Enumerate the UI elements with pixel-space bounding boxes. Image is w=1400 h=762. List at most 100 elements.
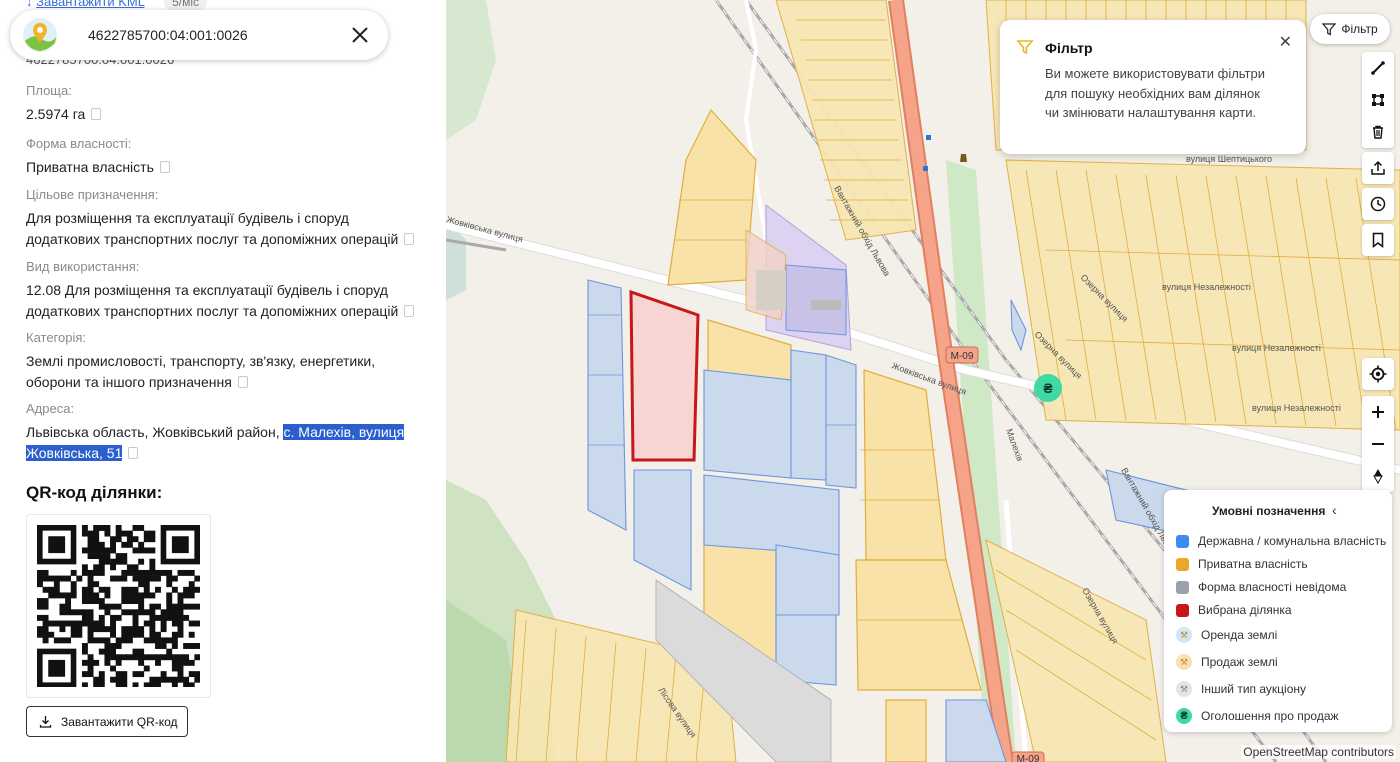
filter-icon <box>1016 40 1034 55</box>
measure-polygon-button[interactable] <box>1362 84 1394 116</box>
map-legend: Умовні позначення ‹ Державна / комунальн… <box>1164 490 1392 732</box>
category-field: Категорія: Землі промисловості, транспор… <box>26 330 426 393</box>
history-button[interactable] <box>1362 188 1394 220</box>
plus-icon <box>1372 406 1384 418</box>
legend-item-private-ownership: Приватна власність <box>1176 557 1308 571</box>
address-field: Адреса: Львівська область, Жовківський р… <box>26 401 426 464</box>
filter-button[interactable]: Фільтр <box>1310 14 1390 44</box>
filter-tooltip-text: Ви можете використовувати фільтри для по… <box>1045 66 1265 120</box>
filter-icon <box>1322 23 1337 36</box>
bookmark-icon <box>1372 232 1384 248</box>
m09-badge-bottom: М-09 <box>1011 751 1045 762</box>
download-icon: ↓ <box>26 0 33 9</box>
m09-badge: М-09 <box>945 346 979 364</box>
usage-type-field: Вид використання: 12.08 Для розміщення т… <box>26 259 426 322</box>
polygon-draw-icon <box>1372 94 1384 106</box>
copy-icon[interactable] <box>404 305 415 317</box>
legend-item-sale-announcement: ₴ Оголошення про продаж <box>1176 708 1339 724</box>
line-draw-icon <box>1371 61 1385 75</box>
map-canvas[interactable]: ₴ Жовківська вулиця Жовківська вулиця Ва… <box>446 0 1400 762</box>
legend-label: Оренда землі <box>1201 628 1278 642</box>
close-icon[interactable] <box>348 23 372 47</box>
locate-button[interactable] <box>1362 358 1394 390</box>
copy-icon[interactable] <box>159 161 170 173</box>
auction-other-icon: ⚒ <box>1176 681 1192 697</box>
legend-label: Інший тип аукціону <box>1201 682 1306 696</box>
draw-tools-group <box>1362 52 1394 148</box>
minus-icon <box>1372 443 1384 445</box>
download-icon <box>39 716 52 728</box>
kml-price-badge: 5/міс <box>164 0 208 10</box>
legend-label: Форма власності невідома <box>1198 580 1347 594</box>
measure-line-button[interactable] <box>1362 52 1394 84</box>
map-attribution[interactable]: OpenStreetMap contributors <box>1241 745 1396 759</box>
legend-item-state-ownership: Державна / комунальна власність <box>1176 534 1386 548</box>
purpose-label: Цільове призначення: <box>26 187 159 202</box>
zoom-in-button[interactable] <box>1362 396 1394 428</box>
filter-tooltip-title: Фільтр <box>1045 40 1093 56</box>
legend-item-lease: ⚒ Оренда землі <box>1176 627 1277 643</box>
qr-code <box>26 514 211 698</box>
category-label: Категорія: <box>26 330 87 345</box>
usage-type-label: Вид використання: <box>26 259 140 274</box>
compass-icon <box>1373 469 1383 484</box>
filter-button-label: Фільтр <box>1341 22 1378 36</box>
legend-item-unknown-ownership: Форма власності невідома <box>1176 580 1346 594</box>
legend-label: Державна / комунальна власність <box>1198 534 1387 548</box>
road-label-sheptytskoho: вулиця Шептицького <box>1186 154 1272 164</box>
copy-icon[interactable] <box>404 233 415 245</box>
delete-drawing-button[interactable] <box>1362 116 1394 148</box>
qr-title: QR-код ділянки: <box>26 483 163 502</box>
compass-button[interactable] <box>1362 460 1394 492</box>
svg-text:М-09: М-09 <box>1017 754 1040 762</box>
legend-swatch <box>1176 580 1189 594</box>
legend-swatch <box>1176 534 1189 548</box>
address-label: Адреса: <box>26 401 75 416</box>
download-qr-button[interactable]: Завантажити QR-код <box>26 706 188 737</box>
copy-icon[interactable] <box>91 108 102 120</box>
auction-lease-icon: ⚒ <box>1176 627 1192 643</box>
copy-icon[interactable] <box>237 376 248 388</box>
legend-item-other-auction: ⚒ Інший тип аукціону <box>1176 681 1306 697</box>
category-value: Землі промисловості, транспорту, зв'язку… <box>26 353 376 390</box>
legend-title: Умовні позначення <box>1212 504 1326 518</box>
legend-label: Вибрана ділянка <box>1198 603 1292 617</box>
road-label-nezalezhnosti-2: вулиця Незалежності <box>1232 343 1321 353</box>
legend-label: Оголошення про продаж <box>1201 709 1339 723</box>
parcel-details-sidebar: ↓ Завантажити KML 5/міс 4622785700:04:00… <box>0 0 446 762</box>
cadastral-search-bar <box>10 10 388 60</box>
map-toolbar <box>1362 52 1394 256</box>
legend-swatch <box>1176 557 1189 571</box>
kml-row: ↓ Завантажити KML 5/міс <box>26 0 208 10</box>
usage-type-value: 12.08 Для розміщення та експлуатації буд… <box>26 282 399 319</box>
app-logo-icon <box>23 18 57 52</box>
trash-icon <box>1373 125 1383 139</box>
place-label-malekhiv: Малехів <box>1004 427 1025 463</box>
area-value: 2.5974 га <box>26 106 86 122</box>
ownership-value: Приватна власність <box>26 159 154 175</box>
legend-item-selected-parcel: Вибрана ділянка <box>1176 603 1292 617</box>
map-zoom-toolbar <box>1362 358 1394 492</box>
chevron-left-icon[interactable]: ‹ <box>1332 502 1337 518</box>
svg-text:М-09: М-09 <box>951 351 974 362</box>
zoom-out-button[interactable] <box>1362 428 1394 460</box>
zoom-group <box>1362 396 1394 492</box>
upload-icon <box>1371 160 1385 175</box>
legend-label: Продаж землі <box>1201 655 1278 669</box>
selected-parcel[interactable] <box>629 289 700 462</box>
address-value: Львівська область, Жовківський район, <box>26 424 280 440</box>
bookmark-button[interactable] <box>1362 224 1394 256</box>
share-button[interactable] <box>1362 152 1394 184</box>
download-kml-link[interactable]: Завантажити KML <box>36 0 144 9</box>
cadastral-search-input[interactable] <box>88 27 338 43</box>
area-label: Площа: <box>26 83 72 98</box>
area-field: Площа: 2.5974 га <box>26 83 426 125</box>
svg-text:₴: ₴ <box>1043 380 1053 396</box>
app: ↓ Завантажити KML 5/міс 4622785700:04:00… <box>0 0 1400 762</box>
purpose-field: Цільове призначення: Для розміщення та е… <box>26 187 426 250</box>
road-label-nezalezhnosti: вулиця Незалежності <box>1162 282 1251 292</box>
road-label-nezalezhnosti-3: вулиця Незалежності <box>1252 403 1341 413</box>
copy-icon[interactable] <box>128 447 139 459</box>
legend-label: Приватна власність <box>1198 557 1308 571</box>
close-icon[interactable]: ✕ <box>1279 32 1292 52</box>
